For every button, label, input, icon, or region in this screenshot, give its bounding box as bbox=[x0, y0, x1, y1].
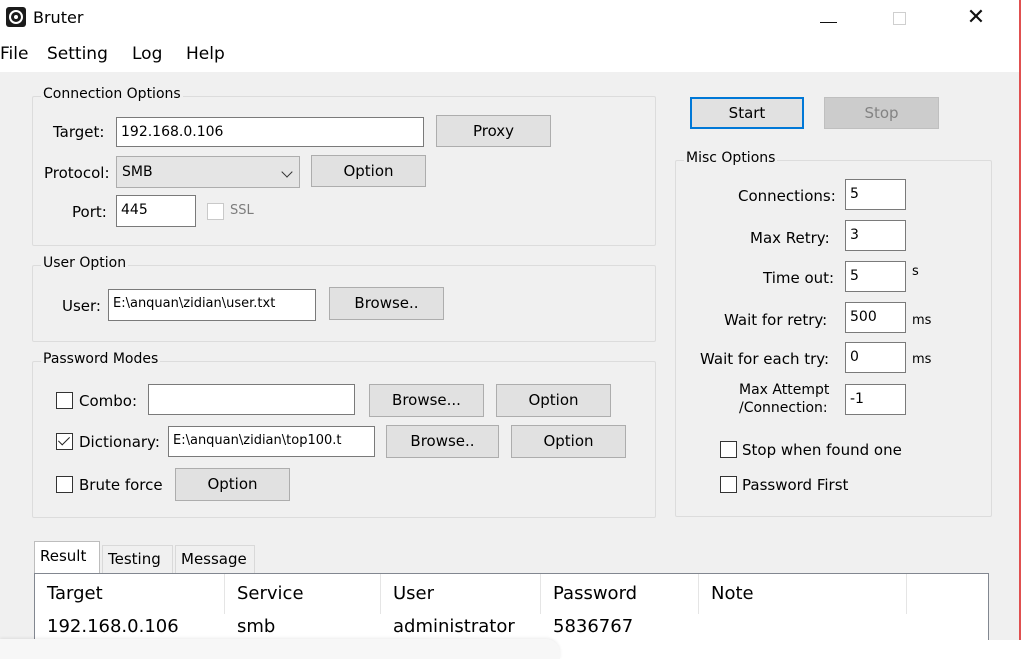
bruter-window: Bruter ✕ File Setting Log Help Connectio… bbox=[0, 0, 1021, 640]
protocol-value: SMB bbox=[122, 164, 153, 180]
max-attempt-label-line1: Max Attempt bbox=[739, 382, 830, 398]
max-attempt-label-line2: /Connection: bbox=[739, 400, 828, 416]
tab-testing[interactable]: Testing bbox=[102, 545, 173, 573]
bottom-overlay bbox=[0, 639, 560, 659]
port-input[interactable]: 445 bbox=[116, 195, 196, 227]
wait-retry-unit: ms bbox=[912, 313, 932, 328]
app-icon bbox=[6, 7, 26, 27]
stop-when-found-checkbox[interactable] bbox=[720, 441, 737, 458]
combo-label: Combo: bbox=[79, 392, 138, 410]
port-label: Port: bbox=[72, 203, 107, 221]
timeout-unit: s bbox=[912, 264, 919, 279]
stop-when-found-label: Stop when found one bbox=[742, 441, 902, 459]
menu-help[interactable]: Help bbox=[186, 44, 225, 64]
menu-setting[interactable]: Setting bbox=[47, 44, 108, 64]
minimize-button[interactable] bbox=[806, 2, 852, 34]
user-option-title: User Option bbox=[41, 255, 129, 271]
ssl-checkbox[interactable] bbox=[207, 203, 224, 220]
wait-retry-label: Wait for retry: bbox=[724, 311, 828, 329]
result-table[interactable]: Target Service User Password Note 192.16… bbox=[34, 573, 989, 640]
column-header-user[interactable]: User bbox=[381, 574, 541, 614]
wait-each-input[interactable]: 0 bbox=[845, 342, 906, 373]
tab-result[interactable]: Result bbox=[34, 541, 100, 574]
user-browse-button[interactable]: Browse.. bbox=[329, 287, 444, 320]
row-1-password: 5836767 bbox=[553, 616, 634, 637]
row-1-service: smb bbox=[237, 616, 276, 637]
combo-input[interactable] bbox=[148, 384, 355, 415]
password-modes-title: Password Modes bbox=[41, 351, 161, 367]
row-1-user: administrator bbox=[393, 616, 515, 637]
dictionary-file-input[interactable]: E:\anquan\zidian\top100.t bbox=[168, 426, 375, 457]
wait-each-label: Wait for each try: bbox=[700, 350, 830, 368]
start-button[interactable]: Start bbox=[690, 97, 804, 129]
stop-button[interactable]: Stop bbox=[824, 97, 939, 129]
close-button[interactable]: ✕ bbox=[953, 2, 999, 34]
max-retry-label: Max Retry: bbox=[750, 229, 830, 247]
protocol-option-button[interactable]: Option bbox=[311, 155, 426, 187]
max-attempt-input[interactable]: -1 bbox=[845, 384, 906, 415]
dictionary-browse-button[interactable]: Browse.. bbox=[386, 425, 499, 458]
column-header-note[interactable]: Note bbox=[699, 574, 907, 614]
user-file-input[interactable]: E:\anquan\zidian\user.txt bbox=[108, 289, 316, 321]
tab-message[interactable]: Message bbox=[175, 545, 255, 573]
connections-label: Connections: bbox=[738, 187, 836, 205]
dictionary-option-button[interactable]: Option bbox=[511, 425, 626, 458]
password-first-checkbox[interactable] bbox=[720, 476, 737, 493]
chevron-down-icon bbox=[281, 166, 293, 178]
proxy-button[interactable]: Proxy bbox=[436, 115, 551, 147]
row-1-target: 192.168.0.106 bbox=[47, 616, 179, 637]
timeout-input[interactable]: 5 bbox=[845, 261, 906, 292]
maximize-button[interactable] bbox=[876, 2, 922, 34]
misc-options-title: Misc Options bbox=[684, 150, 778, 166]
misc-options-group: Misc Options bbox=[675, 150, 992, 517]
connection-options-title: Connection Options bbox=[41, 86, 183, 102]
menu-log[interactable]: Log bbox=[132, 44, 162, 64]
combo-browse-button[interactable]: Browse... bbox=[369, 384, 484, 417]
dictionary-checkbox[interactable] bbox=[56, 433, 73, 450]
wait-each-unit: ms bbox=[912, 352, 932, 367]
column-header-service[interactable]: Service bbox=[225, 574, 381, 614]
menu-bar: File Setting Log Help bbox=[0, 37, 1019, 72]
wait-retry-input[interactable]: 500 bbox=[845, 302, 906, 333]
combo-option-button[interactable]: Option bbox=[496, 384, 611, 417]
protocol-label: Protocol: bbox=[44, 164, 110, 182]
dictionary-label: Dictionary: bbox=[79, 433, 160, 451]
timeout-label: Time out: bbox=[763, 269, 835, 287]
max-retry-input[interactable]: 3 bbox=[845, 220, 906, 251]
combo-checkbox[interactable] bbox=[56, 392, 73, 409]
password-first-label: Password First bbox=[742, 476, 849, 494]
column-header-password[interactable]: Password bbox=[541, 574, 699, 614]
user-label: User: bbox=[62, 297, 101, 315]
window-title: Bruter bbox=[33, 8, 84, 27]
title-bar: Bruter ✕ bbox=[0, 0, 1019, 37]
brute-force-option-button[interactable]: Option bbox=[175, 468, 290, 501]
target-label: Target: bbox=[53, 123, 105, 141]
brute-force-label: Brute force bbox=[79, 476, 163, 494]
column-header-target[interactable]: Target bbox=[35, 574, 225, 614]
connections-input[interactable]: 5 bbox=[845, 179, 906, 210]
ssl-label: SSL bbox=[230, 203, 254, 218]
menu-file[interactable]: File bbox=[0, 44, 28, 64]
protocol-select[interactable]: SMB bbox=[116, 156, 300, 188]
brute-force-checkbox[interactable] bbox=[56, 476, 73, 493]
target-input[interactable]: 192.168.0.106 bbox=[116, 117, 424, 147]
